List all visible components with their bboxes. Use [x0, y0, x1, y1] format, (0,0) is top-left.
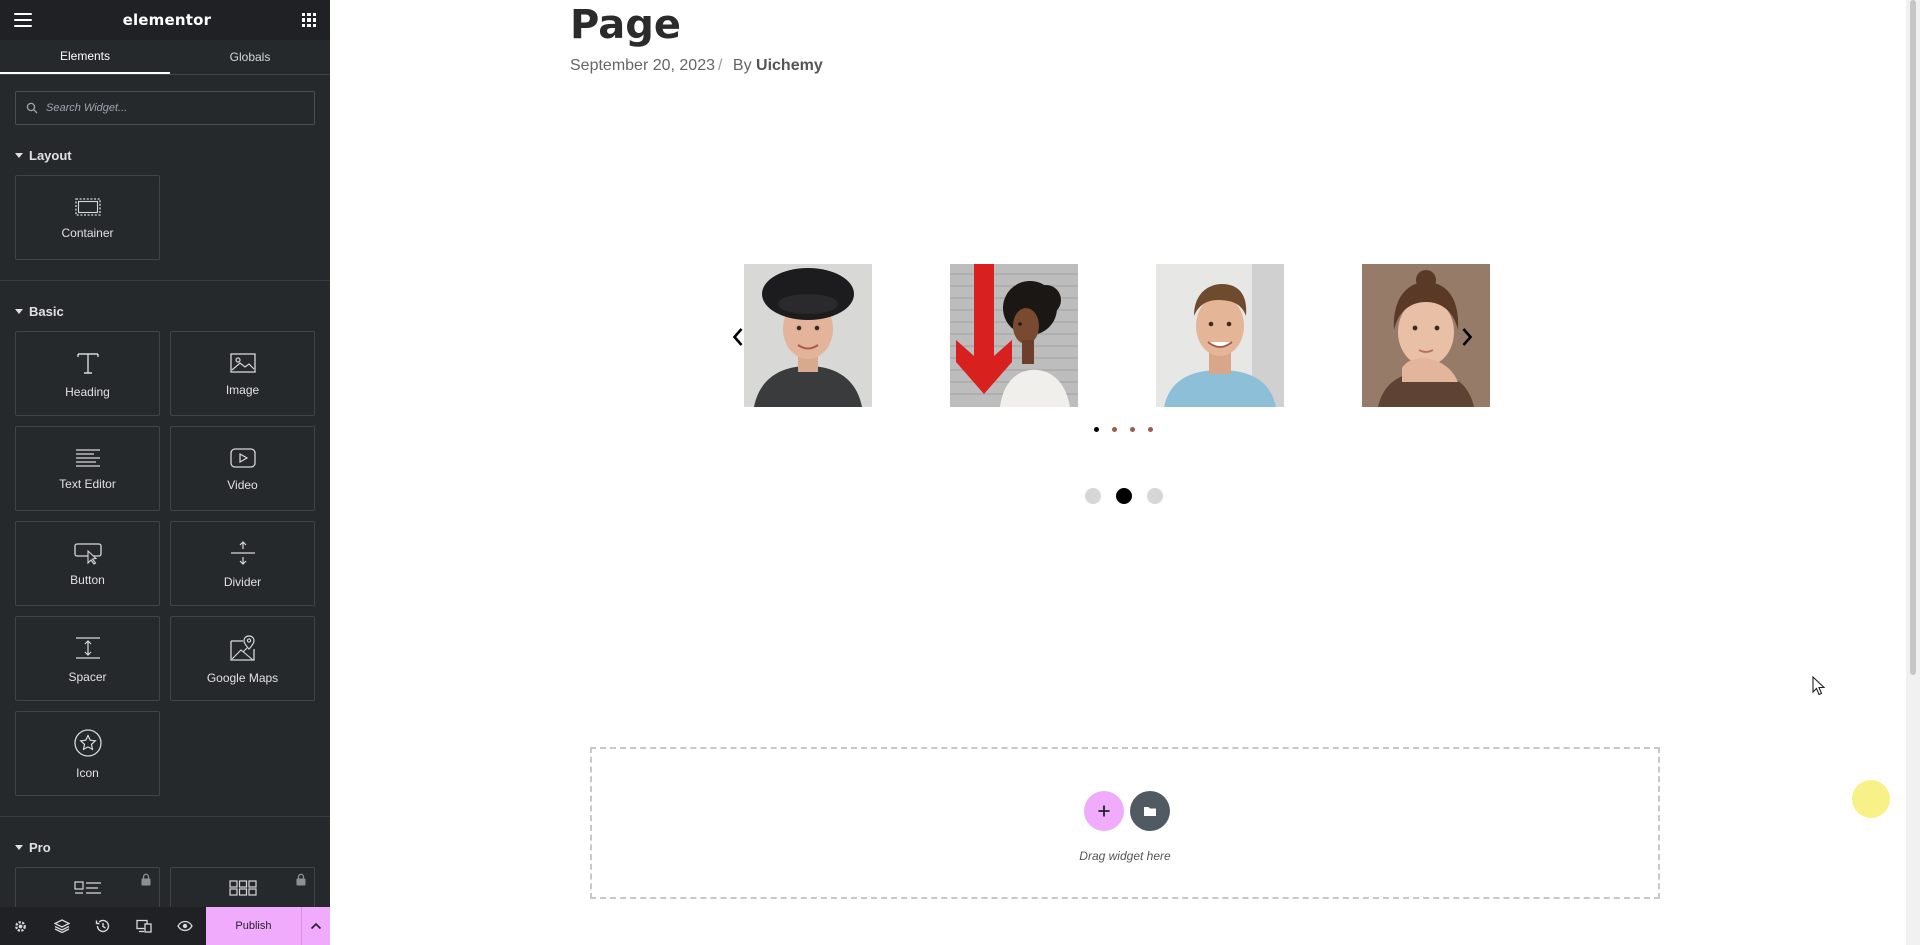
add-section-dropzone[interactable]: Drag widget here	[590, 747, 1660, 899]
click-highlight-indicator	[1852, 780, 1890, 818]
post-meta: September 20, 2023/ By Uichemy	[570, 57, 823, 75]
widget-video[interactable]: Video	[170, 426, 315, 511]
tab-globals[interactable]: Globals	[170, 40, 330, 74]
section-title: Layout	[29, 147, 72, 163]
section-title: Pro	[29, 839, 51, 855]
slider-dot[interactable]	[1116, 488, 1132, 504]
preview-eye-icon[interactable]	[165, 907, 206, 945]
lock-icon	[296, 873, 306, 886]
responsive-mode-icon[interactable]	[123, 907, 164, 945]
caret-down-icon	[15, 308, 23, 314]
chevron-left-icon	[732, 328, 743, 346]
post-date[interactable]: September 20, 2023	[570, 57, 715, 74]
slider-dot[interactable]	[1147, 488, 1163, 504]
widget-button[interactable]: Button	[15, 521, 160, 606]
widget-label: Image	[225, 382, 260, 397]
section-divider	[0, 280, 330, 281]
carousel-slide-3[interactable]	[1156, 264, 1284, 407]
caret-down-icon	[15, 152, 23, 158]
section-title: Basic	[29, 303, 64, 319]
button-icon	[73, 542, 102, 565]
carousel-slide-2[interactable]	[950, 264, 1078, 407]
slider-dot[interactable]	[1085, 488, 1101, 504]
post-author[interactable]: Uichemy	[756, 57, 823, 74]
search-box	[15, 91, 315, 125]
tab-elements[interactable]: Elements	[0, 40, 170, 74]
publish-button[interactable]: Publish	[205, 907, 302, 945]
carousel-dot[interactable]	[1112, 427, 1117, 432]
settings-gear-icon[interactable]	[0, 907, 41, 945]
panel-header: elementor	[0, 0, 330, 40]
slider-pagination	[1085, 488, 1163, 504]
elementor-logo: elementor	[122, 11, 212, 29]
widget-image[interactable]: Image	[170, 331, 315, 416]
carousel-next-arrow[interactable]	[1459, 326, 1475, 348]
meta-separator: /	[718, 57, 723, 74]
carousel-pagination	[1094, 427, 1153, 432]
widget-text-editor[interactable]: Text Editor	[15, 426, 160, 511]
widget-spacer[interactable]: Spacer	[15, 616, 160, 701]
add-template-button[interactable]	[1130, 791, 1170, 831]
image-icon	[229, 352, 256, 373]
posts-icon	[73, 881, 101, 894]
spacer-icon	[75, 636, 100, 659]
section-basic-toggle[interactable]: Basic	[0, 299, 330, 323]
widget-label: Icon	[76, 765, 99, 780]
carousel-dot[interactable]	[1130, 427, 1135, 432]
carousel-dot[interactable]	[1094, 427, 1099, 432]
panel-tabs: Elements Globals	[0, 40, 330, 75]
widgets-grid-icon[interactable]	[301, 12, 316, 28]
section-layout-toggle[interactable]: Layout	[0, 143, 330, 167]
widget-google-maps[interactable]: Google Maps	[170, 616, 315, 701]
plus-icon	[1098, 805, 1110, 817]
widget-label: Spacer	[68, 669, 107, 684]
widget-label: Heading	[65, 384, 110, 399]
carousel-dot[interactable]	[1148, 427, 1153, 432]
dropzone-hint: Drag widget here	[1079, 849, 1171, 863]
divider-icon	[230, 540, 255, 565]
search-widget-input[interactable]	[46, 102, 304, 114]
section-pro-toggle[interactable]: Pro	[0, 835, 330, 859]
google-maps-icon	[229, 634, 255, 661]
chevron-right-icon	[1462, 328, 1473, 346]
star-icon	[73, 728, 102, 757]
page-title: Page	[570, 2, 681, 48]
widget-icon[interactable]: Icon	[15, 711, 160, 796]
mouse-pointer-icon	[1812, 676, 1826, 696]
widget-label: Google Maps	[206, 670, 279, 685]
carousel-slide-1[interactable]	[744, 264, 872, 407]
editor-canvas: Page September 20, 2023/ By Uichemy Drag…	[330, 0, 1920, 945]
image-carousel	[730, 264, 1490, 408]
section-divider	[0, 816, 330, 817]
video-icon	[229, 447, 256, 468]
widget-divider[interactable]: Divider	[170, 521, 315, 606]
widget-label: Divider	[223, 574, 262, 589]
history-icon[interactable]	[82, 907, 123, 945]
scrollbar-thumb[interactable]	[1910, 0, 1916, 675]
widget-container[interactable]: Container	[15, 175, 160, 260]
lock-icon	[141, 873, 151, 886]
heading-icon	[76, 352, 99, 374]
add-section-button[interactable]	[1084, 791, 1124, 831]
portfolio-icon	[228, 880, 257, 896]
publish-options-chevron-up-icon[interactable]	[301, 907, 330, 945]
navigator-layers-icon[interactable]	[41, 907, 82, 945]
elementor-panel: elementor Elements Globals Layout Contai…	[0, 0, 330, 945]
search-icon	[26, 102, 38, 114]
canvas-scrollbar[interactable]	[1906, 0, 1920, 945]
widget-label: Text Editor	[59, 476, 116, 491]
menu-icon[interactable]	[14, 13, 32, 27]
widget-label: Button	[70, 572, 105, 587]
widget-heading[interactable]: Heading	[15, 331, 160, 416]
text-editor-icon	[75, 448, 100, 467]
container-icon	[74, 197, 101, 216]
widget-label: Container	[61, 225, 114, 240]
by-label: By	[732, 57, 752, 74]
folder-icon	[1144, 807, 1156, 816]
panel-footer: Publish	[0, 907, 330, 945]
caret-down-icon	[15, 844, 23, 850]
widget-label: Video	[227, 477, 258, 492]
